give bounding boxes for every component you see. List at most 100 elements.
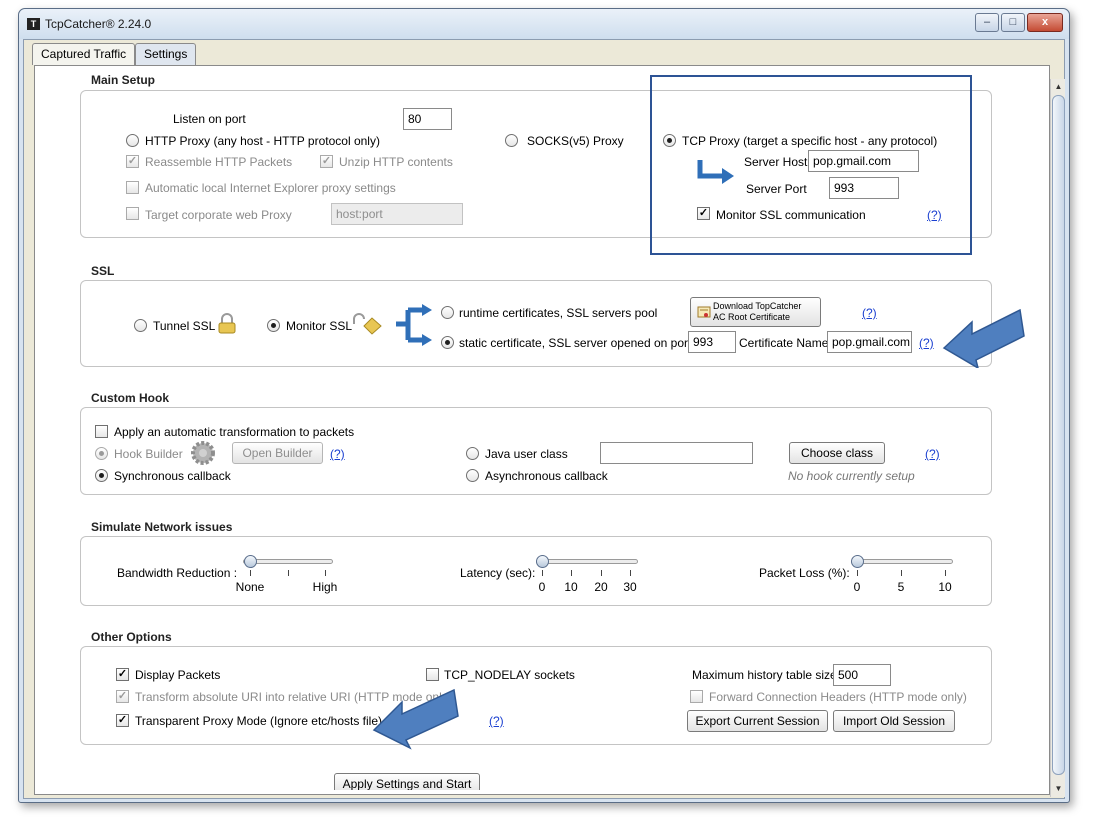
apply-auto-label: Apply an automatic transformation to pac…	[114, 425, 355, 439]
window-title: TcpCatcher® 2.24.0	[45, 17, 152, 31]
lock-closed-icon	[218, 313, 236, 334]
unzip-label: Unzip HTTP contents	[339, 155, 453, 169]
bandwidth-tick	[325, 570, 326, 576]
scroll-down-icon[interactable]: ▼	[1051, 781, 1066, 796]
gear-icon	[191, 441, 215, 465]
packet-loss-label: Packet Loss (%):	[759, 566, 850, 580]
annotation-arrow-transparent	[372, 688, 459, 750]
title-bar[interactable]: T TcpCatcher® 2.24.0 – □ x	[19, 9, 1069, 39]
scroll-up-icon[interactable]: ▲	[1051, 79, 1066, 94]
scroll-thumb[interactable]	[1052, 95, 1065, 775]
max-history-input[interactable]: 500	[833, 664, 891, 686]
main-setup-title: Main Setup	[91, 73, 156, 87]
bandwidth-tick-high: High	[312, 580, 338, 594]
latency-tick	[571, 570, 572, 576]
latency-tick	[542, 570, 543, 576]
async-callback-radio[interactable]	[466, 469, 479, 482]
maximize-button[interactable]: □	[1001, 13, 1025, 32]
packet-loss-tick-label: 5	[897, 580, 905, 594]
open-builder-button[interactable]: Open Builder	[232, 442, 323, 464]
cert-name-input[interactable]: pop.gmail.com	[827, 331, 912, 353]
highlight-box	[650, 75, 972, 255]
auto-ie-checkbox[interactable]	[126, 181, 139, 194]
choose-class-button[interactable]: Choose class	[789, 442, 885, 464]
sync-callback-radio[interactable]	[95, 469, 108, 482]
runtime-cert-radio[interactable]	[441, 306, 454, 319]
java-class-label: Java user class	[485, 447, 568, 461]
bandwidth-tick	[288, 570, 289, 576]
reassemble-label: Reassemble HTTP Packets	[145, 155, 293, 169]
hook-builder-label: Hook Builder	[114, 447, 183, 461]
transparent-help-link[interactable]: (?)	[489, 714, 504, 728]
lock-open-icon	[353, 313, 382, 335]
hook-builder-help-link[interactable]: (?)	[330, 447, 345, 461]
minimize-button[interactable]: –	[975, 13, 999, 32]
http-proxy-radio[interactable]	[126, 134, 139, 147]
custom-hook-title: Custom Hook	[91, 391, 169, 405]
download-cert-line1: Download TopCatcher	[713, 301, 802, 311]
transparent-proxy-checkbox[interactable]: ✓	[116, 714, 129, 727]
forward-headers-label: Forward Connection Headers (HTTP mode on…	[709, 690, 967, 704]
bandwidth-tick	[250, 570, 251, 576]
display-packets-checkbox[interactable]: ✓	[116, 668, 129, 681]
tunnel-ssl-radio[interactable]	[134, 319, 147, 332]
tcpcatcher-app-icon: T	[27, 18, 40, 30]
packet-loss-tick	[901, 570, 902, 576]
static-port-input[interactable]: 993	[688, 331, 736, 353]
listen-port-input[interactable]: 80	[403, 108, 452, 130]
apply-button-clip: Apply Settings and Start	[334, 773, 480, 790]
async-callback-label: Asynchronous callback	[485, 469, 608, 483]
corp-proxy-input[interactable]: host:port	[331, 203, 463, 225]
packet-loss-tick	[857, 570, 858, 576]
target-corp-checkbox[interactable]	[126, 207, 139, 220]
ssl-runtime-help-link[interactable]: (?)	[862, 306, 877, 320]
unzip-checkbox[interactable]: ✓	[320, 155, 333, 168]
download-cert-line2: AC Root Certificate	[713, 312, 791, 322]
export-session-button[interactable]: Export Current Session	[687, 710, 828, 732]
download-cert-button[interactable]: Download TopCatcher AC Root Certificate	[690, 297, 821, 327]
reassemble-checkbox[interactable]: ✓	[126, 155, 139, 168]
auto-ie-label: Automatic local Internet Explorer proxy …	[145, 181, 396, 195]
transform-uri-checkbox[interactable]: ✓	[116, 690, 129, 703]
latency-slider-track[interactable]	[536, 559, 638, 564]
forward-headers-checkbox[interactable]	[690, 690, 703, 703]
packet-loss-tick-label: 0	[853, 580, 861, 594]
packet-loss-tick-label: 10	[938, 580, 952, 594]
tab-captured-traffic[interactable]: Captured Traffic	[32, 43, 136, 65]
vertical-scrollbar[interactable]: ▲ ▼	[1050, 79, 1065, 797]
apply-auto-checkbox[interactable]	[95, 425, 108, 438]
transparent-proxy-label: Transparent Proxy Mode (Ignore etc/hosts…	[135, 714, 382, 728]
packet-loss-slider-track[interactable]	[851, 559, 953, 564]
java-class-input[interactable]	[600, 442, 753, 464]
latency-tick-label: 30	[623, 580, 637, 594]
sync-callback-label: Synchronous callback	[114, 469, 231, 483]
tab-settings[interactable]: Settings	[135, 43, 197, 65]
static-cert-radio[interactable]	[441, 336, 454, 349]
tcp-nodelay-label: TCP_NODELAY sockets	[444, 668, 575, 682]
tcp-nodelay-checkbox[interactable]	[426, 668, 439, 681]
bandwidth-tick-none: None	[235, 580, 265, 594]
monitor-ssl-radio[interactable]	[267, 319, 280, 332]
static-cert-label: static certificate, SSL server opened on…	[459, 336, 695, 350]
latency-tick	[601, 570, 602, 576]
ssl-static-help-link[interactable]: (?)	[919, 336, 934, 350]
apply-settings-button[interactable]: Apply Settings and Start	[334, 773, 480, 790]
bandwidth-slider-knob[interactable]	[244, 555, 257, 568]
close-button[interactable]: x	[1027, 13, 1063, 32]
network-title: Simulate Network issues	[91, 520, 233, 534]
other-options-title: Other Options	[91, 630, 172, 644]
latency-slider-knob[interactable]	[536, 555, 549, 568]
target-corp-label: Target corporate web Proxy	[145, 208, 292, 222]
hook-builder-radio[interactable]	[95, 447, 108, 460]
packet-loss-slider-knob[interactable]	[851, 555, 864, 568]
runtime-cert-label: runtime certificates, SSL servers pool	[459, 306, 658, 320]
no-hook-status: No hook currently setup	[788, 469, 915, 483]
java-class-help-link[interactable]: (?)	[925, 447, 940, 461]
tunnel-ssl-label: Tunnel SSL	[153, 319, 216, 333]
import-session-button[interactable]: Import Old Session	[833, 710, 955, 732]
max-history-label: Maximum history table size	[692, 668, 837, 682]
bandwidth-label: Bandwidth Reduction :	[117, 566, 238, 580]
socks-radio[interactable]	[505, 134, 518, 147]
cert-name-label: Certificate Name	[739, 336, 829, 350]
java-class-radio[interactable]	[466, 447, 479, 460]
